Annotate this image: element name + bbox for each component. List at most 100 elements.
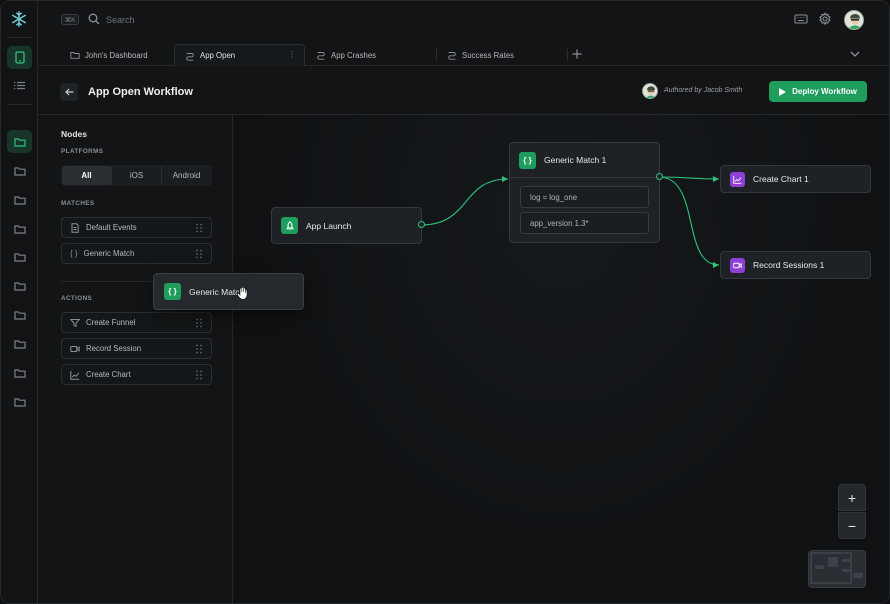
app-window: ⌘K John's Dashboard App Open ⋮ App Crash…	[0, 0, 890, 604]
page-header: App Open Workflow Authored by Jacob Smit…	[38, 66, 889, 115]
folder-icon	[13, 137, 26, 147]
node-default-events[interactable]: Default Events	[61, 217, 212, 238]
top-bar: ⌘K	[38, 1, 889, 39]
flow-node-generic-match[interactable]: { } Generic Match 1 log = log_one app_ve…	[509, 142, 660, 243]
drag-handle-icon[interactable]	[195, 249, 203, 259]
folder-icon	[13, 252, 26, 262]
folder-icon	[70, 52, 80, 59]
platform-android[interactable]: Android	[162, 166, 211, 185]
rail-list-button[interactable]	[7, 74, 32, 97]
rocket-icon	[281, 217, 298, 234]
node-generic-match[interactable]: { } Generic Match	[61, 243, 212, 264]
rail-mobile-button[interactable]	[7, 46, 32, 69]
shortcut-hint: ⌘K	[61, 14, 79, 25]
folder-icon	[13, 224, 26, 234]
rail-divider	[7, 37, 32, 38]
workflow-icon	[186, 52, 194, 61]
folder-icon	[13, 281, 26, 291]
flow-node-record-sessions[interactable]: Record Sessions 1	[720, 251, 871, 279]
grab-hand-cursor-icon	[237, 287, 248, 300]
page-title: App Open Workflow	[88, 86, 193, 98]
document-icon	[71, 222, 79, 233]
avatar-face-icon	[845, 11, 863, 29]
folder-icon	[13, 397, 26, 407]
workflow-icon	[448, 52, 456, 60]
tab-menu-icon[interactable]: ⋮	[288, 50, 296, 59]
drag-handle-icon[interactable]	[195, 318, 203, 328]
platforms-label: PLATFORMS	[61, 148, 104, 155]
rail-folder[interactable]	[7, 361, 32, 384]
platform-all[interactable]: All	[62, 166, 112, 185]
snowflake-logo-icon[interactable]	[10, 10, 28, 28]
tab-app-crashes[interactable]: App Crashes	[306, 44, 436, 66]
node-item-label: Record Session	[86, 344, 142, 353]
flow-node-app-launch[interactable]: App Launch	[271, 207, 422, 244]
flow-node-label: Record Sessions 1	[753, 260, 825, 270]
node-item-label: Generic Match	[83, 249, 135, 258]
drag-handle-icon[interactable]	[195, 344, 203, 354]
flow-node-create-chart[interactable]: Create Chart 1	[720, 165, 871, 193]
dragging-node-generic-match[interactable]: { } Generic Match	[153, 273, 304, 310]
add-tab-icon[interactable]	[572, 49, 582, 59]
node-create-funnel[interactable]: Create Funnel	[61, 312, 212, 333]
braces-icon: { }	[164, 283, 181, 300]
rail-folder-active[interactable]	[7, 130, 32, 153]
avatar-face-icon	[643, 84, 657, 98]
funnel-icon	[70, 318, 80, 327]
mobile-icon	[14, 51, 25, 64]
folder-icon	[13, 166, 26, 176]
tab-johns-dashboard[interactable]: John's Dashboard	[60, 44, 172, 66]
workflow-icon	[317, 52, 325, 60]
folder-icon	[13, 195, 26, 205]
node-item-label: Create Funnel	[86, 318, 136, 327]
folder-icon	[13, 339, 26, 349]
rail-folder[interactable]	[7, 217, 32, 240]
drag-handle-icon[interactable]	[195, 370, 203, 380]
rail-folder[interactable]	[7, 390, 32, 413]
chevron-down-icon[interactable]	[850, 51, 860, 57]
zoom-out-button[interactable]: −	[838, 512, 866, 539]
actions-label: ACTIONS	[61, 295, 93, 302]
search-icon	[88, 13, 100, 25]
tab-divider	[567, 49, 568, 61]
tab-bar: John's Dashboard App Open ⋮ App Crashes …	[38, 39, 889, 66]
condition-log[interactable]: log = log_one	[520, 186, 649, 208]
rail-folder[interactable]	[7, 303, 32, 326]
tab-label: App Crashes	[331, 50, 377, 60]
left-rail	[1, 1, 38, 603]
rail-folder[interactable]	[7, 245, 32, 268]
tab-app-open[interactable]: App Open ⋮	[174, 44, 305, 66]
back-button[interactable]	[60, 83, 78, 101]
drag-handle-icon[interactable]	[195, 223, 203, 233]
gear-icon[interactable]	[818, 12, 832, 26]
zoom-in-button[interactable]: +	[838, 484, 866, 511]
rail-folder[interactable]	[7, 332, 32, 355]
node-record-session[interactable]: Record Session	[61, 338, 212, 359]
folder-icon	[13, 310, 26, 320]
tab-success-rates[interactable]: Success Rates	[437, 44, 567, 66]
nodes-panel: Nodes PLATFORMS All iOS Android MATCHES …	[38, 115, 233, 603]
output-port[interactable]	[418, 221, 425, 228]
keyboard-icon[interactable]	[794, 12, 808, 26]
deploy-workflow-button[interactable]: Deploy Workflow	[769, 81, 867, 102]
canvas-minimap[interactable]	[808, 550, 866, 588]
folder-icon	[13, 368, 26, 378]
line-chart-icon	[70, 370, 80, 380]
braces-icon: { }	[519, 151, 536, 169]
line-chart-icon	[730, 171, 745, 187]
panel-title: Nodes	[61, 129, 87, 139]
output-port[interactable]	[656, 173, 663, 180]
rail-folder[interactable]	[7, 159, 32, 182]
arrow-left-icon	[64, 88, 73, 96]
platform-ios[interactable]: iOS	[112, 166, 162, 185]
search-input[interactable]	[106, 12, 246, 28]
author-avatar	[642, 83, 658, 99]
flow-node-label: App Launch	[306, 220, 352, 231]
node-create-chart[interactable]: Create Chart	[61, 364, 212, 385]
user-avatar[interactable]	[844, 10, 864, 30]
braces-icon: { }	[70, 248, 78, 258]
rail-folder[interactable]	[7, 188, 32, 211]
condition-app-version[interactable]: app_version 1.3*	[520, 212, 649, 234]
play-icon	[779, 87, 787, 96]
rail-folder[interactable]	[7, 274, 32, 297]
